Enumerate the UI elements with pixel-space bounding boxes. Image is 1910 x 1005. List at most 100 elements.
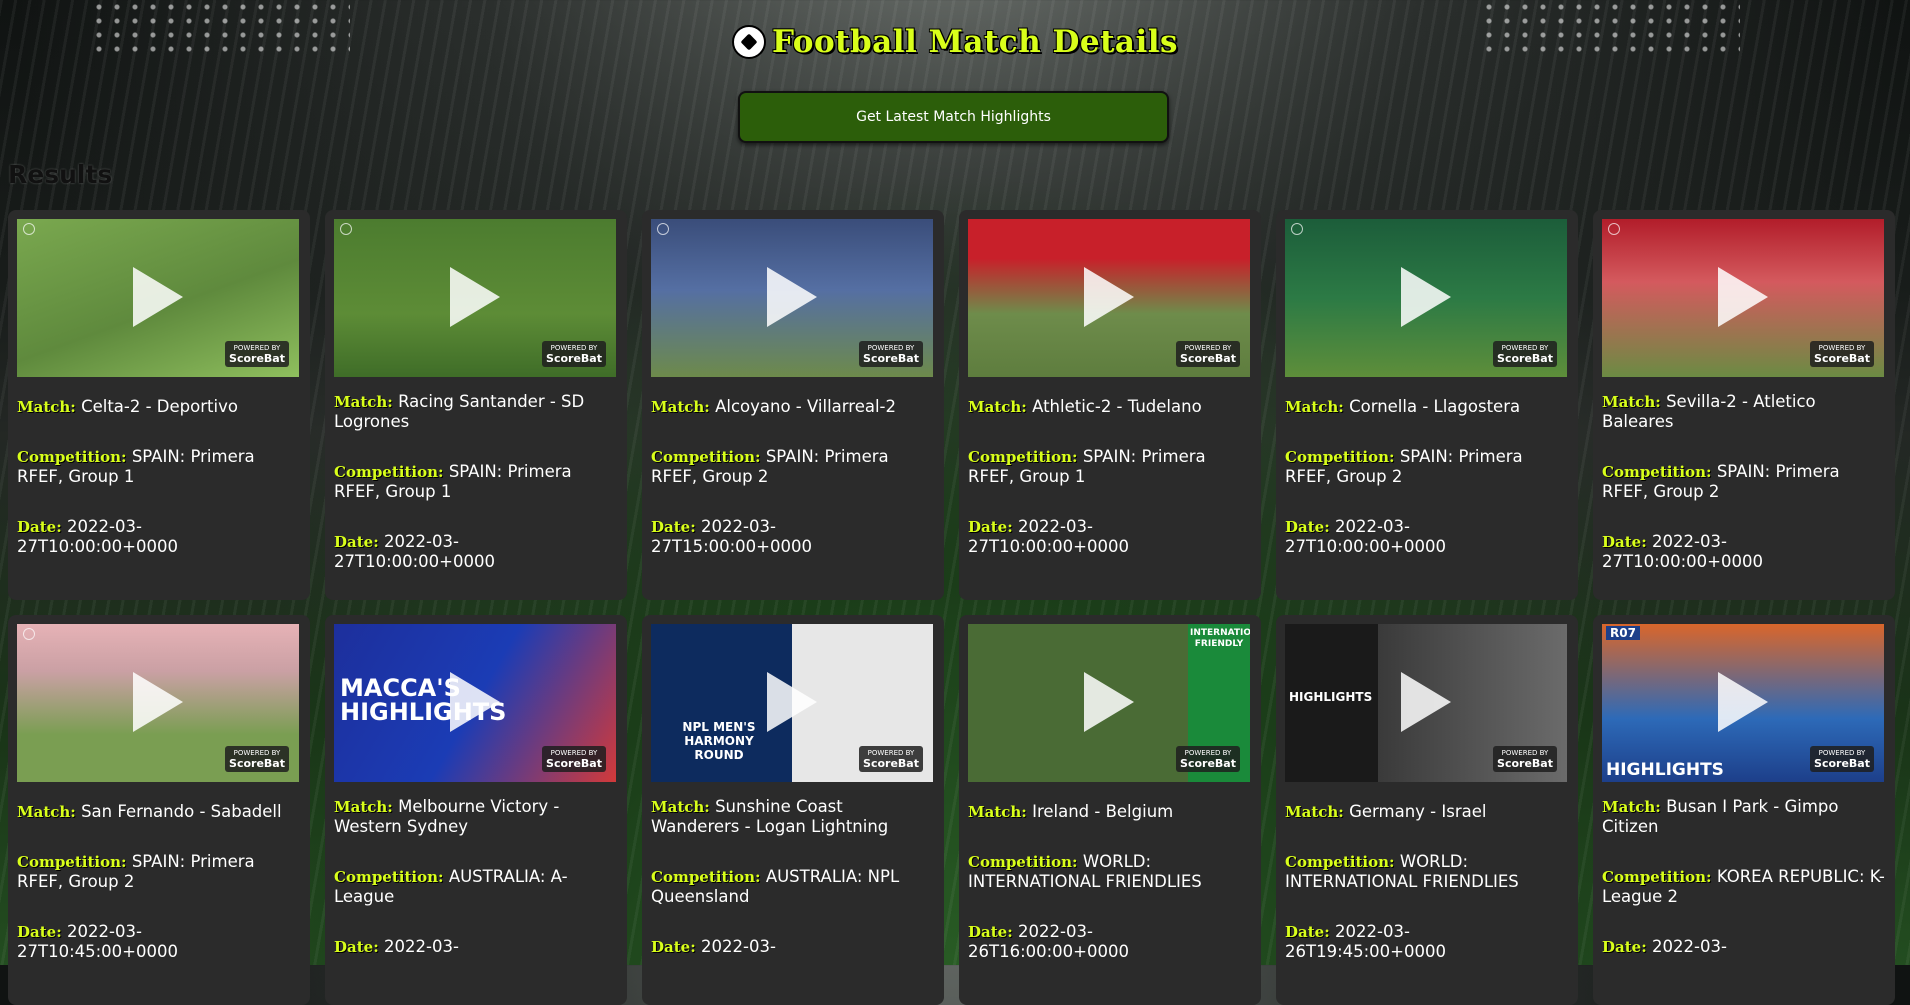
competition-label: Competition: (968, 853, 1078, 871)
match-line: Match: Celta-2 - Deportivo (17, 397, 301, 417)
match-line: Match: Ireland - Belgium (968, 802, 1252, 822)
date-line: Date: 2022-03-27T10:00:00+0000 (968, 517, 1252, 557)
match-label: Match: (17, 398, 76, 416)
competition-line: Competition: AUSTRALIA: A-League (334, 867, 618, 907)
competition-line: Competition: WORLD: INTERNATIONAL FRIEND… (968, 852, 1252, 892)
match-line: Match: Sunshine Coast Wanderers - Logan … (651, 797, 935, 837)
match-card[interactable]: R07 HIGHLIGHTS POWERED BY ScoreBat Match:… (1593, 615, 1895, 1005)
competition-line: Competition: KOREA REPUBLIC: K-League 2 (1602, 867, 1886, 907)
video-thumbnail[interactable]: POWERED BY ScoreBat (334, 219, 616, 377)
date-value: 2022-03- (1652, 937, 1727, 956)
video-thumbnail[interactable]: NPL MEN'S HARMONY ROUND POWERED BY ScoreB… (651, 624, 933, 782)
play-icon[interactable] (1084, 672, 1134, 732)
badge-top: POWERED BY (233, 749, 281, 757)
badge-top: POWERED BY (550, 749, 598, 757)
play-icon[interactable] (1401, 672, 1451, 732)
date-line: Date: 2022-03- (334, 937, 618, 957)
video-thumbnail[interactable]: MACCA'S HIGHLIGHTS POWERED BY ScoreBat (334, 624, 616, 782)
match-label: Match: (968, 398, 1027, 416)
play-icon[interactable] (1718, 672, 1768, 732)
badge-top: POWERED BY (1818, 344, 1866, 352)
match-value: Alcoyano - Villarreal-2 (715, 397, 896, 416)
info-icon (340, 223, 352, 235)
play-icon[interactable] (1084, 267, 1134, 327)
thumbnail-caption: INTERNATIONAL FRIENDLY (1190, 628, 1250, 649)
video-thumbnail[interactable]: POWERED BY ScoreBat (1285, 219, 1567, 377)
date-label: Date: (17, 923, 62, 941)
video-thumbnail[interactable]: POWERED BY ScoreBat (651, 219, 933, 377)
match-card[interactable]: HIGHLIGHTS POWERED BY ScoreBat Match: Ger… (1276, 615, 1578, 1005)
competition-label: Competition: (1285, 853, 1395, 871)
match-card[interactable]: POWERED BY ScoreBat Match: Sevilla-2 - At… (1593, 210, 1895, 600)
play-icon[interactable] (450, 672, 500, 732)
scorebat-badge: POWERED BY ScoreBat (225, 341, 289, 367)
get-highlights-button[interactable]: Get Latest Match Highlights (738, 91, 1169, 143)
match-card[interactable]: POWERED BY ScoreBat Match: Alcoyano - Vil… (642, 210, 944, 600)
competition-label: Competition: (17, 448, 127, 466)
play-icon[interactable] (767, 267, 817, 327)
badge-top: POWERED BY (1184, 749, 1232, 757)
match-card[interactable]: POWERED BY ScoreBat Match: Cornella - Lla… (1276, 210, 1578, 600)
match-card[interactable]: POWERED BY ScoreBat Match: Celta-2 - Depo… (8, 210, 310, 600)
play-icon[interactable] (767, 672, 817, 732)
match-card[interactable]: NPL MEN'S HARMONY ROUND POWERED BY ScoreB… (642, 615, 944, 1005)
match-card[interactable]: POWERED BY ScoreBat Match: Athletic-2 - T… (959, 210, 1261, 600)
badge-brand: ScoreBat (546, 352, 602, 365)
scorebat-badge: POWERED BY ScoreBat (859, 341, 923, 367)
page-title: Football Match Details (731, 24, 1178, 60)
video-thumbnail[interactable]: POWERED BY ScoreBat (1602, 219, 1884, 377)
match-value: Celta-2 - Deportivo (81, 397, 238, 416)
play-icon[interactable] (133, 672, 183, 732)
match-label: Match: (1602, 798, 1661, 816)
match-card[interactable]: MACCA'S HIGHLIGHTS POWERED BY ScoreBat Ma… (325, 615, 627, 1005)
badge-brand: ScoreBat (546, 757, 602, 770)
competition-label: Competition: (1602, 868, 1712, 886)
badge-brand: ScoreBat (229, 757, 285, 770)
thumbnail-caption: NPL MEN'S HARMONY ROUND (682, 720, 756, 762)
date-label: Date: (1285, 518, 1330, 536)
video-thumbnail[interactable]: R07 HIGHLIGHTS POWERED BY ScoreBat (1602, 624, 1884, 782)
date-line: Date: 2022-03-26T16:00:00+0000 (968, 922, 1252, 962)
video-thumbnail[interactable]: HIGHLIGHTS POWERED BY ScoreBat (1285, 624, 1567, 782)
badge-top: POWERED BY (1818, 749, 1866, 757)
competition-line: Competition: SPAIN: Primera RFEF, Group … (17, 852, 301, 892)
date-label: Date: (334, 533, 379, 551)
competition-line: Competition: WORLD: INTERNATIONAL FRIEND… (1285, 852, 1569, 892)
match-line: Match: Germany - Israel (1285, 802, 1569, 822)
video-thumbnail[interactable]: INTERNATIONAL FRIENDLY POWERED BYScoreBa… (968, 624, 1250, 782)
play-icon[interactable] (133, 267, 183, 327)
badge-top: POWERED BY (550, 344, 598, 352)
badge-brand: ScoreBat (1180, 757, 1236, 770)
play-icon[interactable] (1718, 267, 1768, 327)
date-label: Date: (1602, 938, 1647, 956)
match-label: Match: (334, 798, 393, 816)
video-thumbnail[interactable]: POWERED BY ScoreBat (17, 219, 299, 377)
match-line: Match: Sevilla-2 - Atletico Baleares (1602, 392, 1886, 432)
badge-brand: ScoreBat (863, 352, 919, 365)
match-card[interactable]: INTERNATIONAL FRIENDLY POWERED BYScoreBa… (959, 615, 1261, 1005)
results-heading: Results (8, 160, 113, 189)
play-icon[interactable] (450, 267, 500, 327)
competition-label: Competition: (1602, 463, 1712, 481)
competition-line: Competition: SPAIN: Primera RFEF, Group … (17, 447, 301, 487)
info-icon (1291, 223, 1303, 235)
match-label: Match: (651, 398, 710, 416)
competition-label: Competition: (968, 448, 1078, 466)
badge-top: POWERED BY (867, 749, 915, 757)
date-line: Date: 2022-03-27T10:00:00+0000 (17, 517, 301, 557)
badge-top: POWERED BY (1501, 749, 1549, 757)
play-icon[interactable] (1401, 267, 1451, 327)
match-label: Match: (17, 803, 76, 821)
badge-top: POWERED BY (867, 344, 915, 352)
match-value: Germany - Israel (1349, 802, 1487, 821)
video-thumbnail[interactable]: POWERED BY ScoreBat (17, 624, 299, 782)
video-thumbnail[interactable]: POWERED BY ScoreBat (968, 219, 1250, 377)
badge-brand: ScoreBat (1180, 352, 1236, 365)
competition-label: Competition: (334, 868, 444, 886)
date-label: Date: (651, 518, 696, 536)
match-card[interactable]: POWERED BY ScoreBat Match: Racing Santand… (325, 210, 627, 600)
info-icon (657, 223, 669, 235)
match-line: Match: Busan I Park - Gimpo Citizen (1602, 797, 1886, 837)
badge-brand: ScoreBat (229, 352, 285, 365)
match-card[interactable]: POWERED BY ScoreBat Match: San Fernando -… (8, 615, 310, 1005)
